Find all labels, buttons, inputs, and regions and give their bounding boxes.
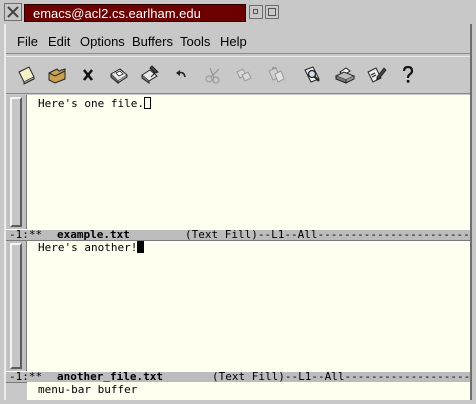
menu-options[interactable]: Options: [80, 34, 125, 49]
upper-buffer-text: Here's one file.: [38, 97, 144, 110]
title-bar[interactable]: emacs@acl2.cs.earlham.edu: [0, 0, 476, 24]
new-file-button[interactable]: [14, 63, 38, 87]
minimize-button[interactable]: [249, 5, 263, 19]
upper-buffer-line: Here's one file.: [38, 97, 151, 111]
tool-bar: [6, 56, 470, 94]
copy-icon: [236, 68, 252, 82]
minimize-icon: [253, 9, 258, 14]
customize-icon: [367, 67, 387, 83]
help-icon: [402, 65, 414, 83]
maximize-icon: [268, 8, 276, 16]
copy-button[interactable]: [232, 63, 256, 87]
open-folder-icon: [48, 68, 66, 84]
menu-buffers[interactable]: Buffers: [132, 34, 173, 49]
paste-icon: [268, 67, 285, 83]
print-button[interactable]: [333, 63, 357, 87]
upper-modeline-buffer-name[interactable]: example.txt: [57, 230, 130, 240]
window-title-tab[interactable]: emacs@acl2.cs.earlham.edu: [24, 4, 246, 22]
undo-button[interactable]: [170, 63, 194, 87]
lower-buffer-line: Here's another!: [38, 241, 145, 255]
search-icon: [304, 66, 320, 83]
menu-bar: File Edit Options Buffers Tools Help: [6, 26, 470, 54]
save-button[interactable]: [107, 63, 131, 87]
new-file-icon: [18, 66, 35, 85]
save-disk-icon: [110, 68, 128, 85]
kill-buffer-button[interactable]: [76, 63, 100, 87]
window-menu-button[interactable]: [4, 3, 22, 21]
window-title: emacs@acl2.cs.earlham.edu: [33, 6, 201, 21]
cut-button[interactable]: [201, 63, 225, 87]
menu-edit[interactable]: Edit: [48, 34, 70, 49]
lower-text-cursor: [137, 241, 145, 253]
frame-bottom-edge: [4, 400, 472, 404]
cut-icon: [205, 67, 220, 84]
lower-scrollbar-thumb[interactable]: [10, 243, 22, 369]
kill-buffer-icon: [82, 69, 94, 81]
upper-modeline-prefix: -1:**: [9, 229, 43, 241]
upper-mode-line[interactable]: -1:** example.txt (Text Fill)--L1--All--…: [6, 229, 470, 241]
help-button[interactable]: [396, 63, 420, 87]
lower-window-text-area[interactable]: Here's another!: [27, 241, 470, 371]
lower-modeline-mode: (Text Fill)--L1--All--------------------…: [212, 371, 470, 383]
menu-help[interactable]: Help: [220, 34, 247, 49]
lower-window-scrollbar[interactable]: [7, 241, 27, 371]
upper-modeline-mode: (Text Fill)--L1--All--------------------…: [185, 229, 470, 241]
save-as-icon: [141, 65, 159, 84]
maximize-button[interactable]: [265, 5, 279, 19]
open-file-button[interactable]: [45, 63, 69, 87]
menu-file[interactable]: File: [17, 34, 38, 49]
print-icon: [334, 67, 356, 84]
customize-button[interactable]: [364, 63, 388, 87]
minibuffer-message: menu-bar buffer: [38, 383, 138, 396]
upper-scrollbar-thumb[interactable]: [10, 97, 22, 227]
upper-window-scrollbar[interactable]: [7, 95, 27, 229]
paste-button[interactable]: [264, 63, 288, 87]
upper-window-text-area[interactable]: Here's one file.: [27, 95, 470, 229]
menu-tools[interactable]: Tools: [180, 34, 210, 49]
window-menu-icon: [7, 6, 19, 18]
lower-modeline-buffer-name[interactable]: another_file.txt: [57, 372, 163, 382]
search-button[interactable]: [301, 63, 325, 87]
lower-modeline-prefix: -1:**: [9, 371, 43, 383]
save-as-button[interactable]: [138, 63, 162, 87]
minibuffer[interactable]: menu-bar buffer: [27, 382, 470, 400]
undo-icon: [176, 70, 186, 78]
lower-buffer-text: Here's another!: [38, 241, 138, 254]
upper-text-cursor: [143, 97, 151, 109]
